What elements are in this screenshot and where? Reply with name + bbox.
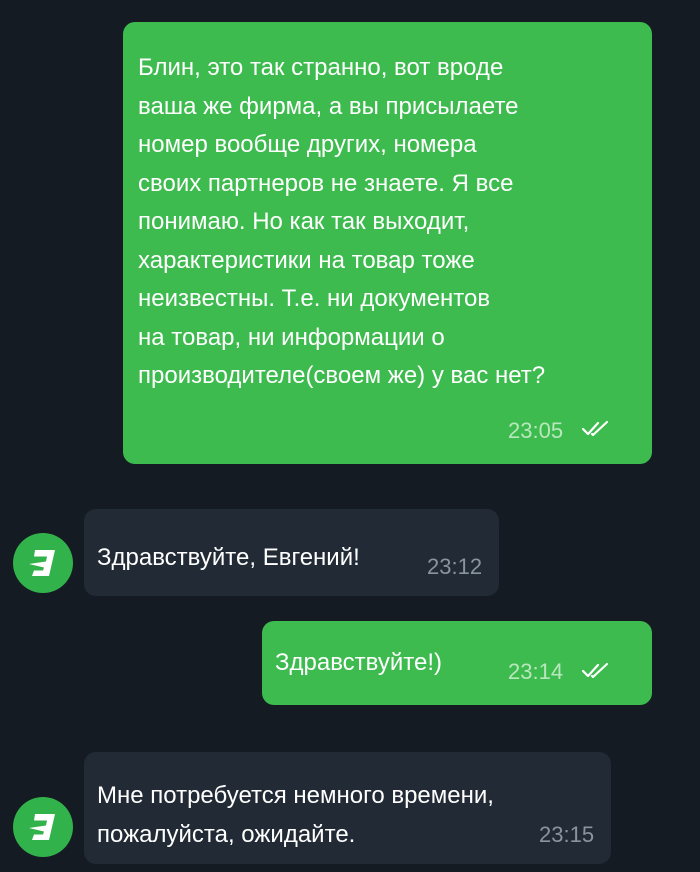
message-text: Блин, это так странно, вот вроде ваша же… [138,54,546,389]
avatar[interactable] [13,533,73,593]
message-text: Здравствуйте, Евгений! [97,544,360,571]
message-time: 23:12 [427,554,483,579]
message-text: Здравствуйте!) [275,649,443,676]
incoming-message[interactable]: Мне потребуется немного времени, пожалуй… [84,752,611,864]
bolt-logo-icon [29,814,55,840]
message-time: 23:14 [508,659,564,684]
avatar[interactable] [13,797,73,857]
outgoing-message[interactable]: Здравствуйте!) 23:14 [262,621,652,705]
outgoing-message[interactable]: Блин, это так странно, вот вроде ваша же… [123,22,652,464]
double-check-icon [581,420,609,437]
incoming-message[interactable]: Здравствуйте, Евгений! 23:12 [84,509,499,596]
message-time: 23:05 [508,418,564,443]
message-time: 23:15 [539,822,595,847]
bolt-logo-icon [29,550,55,576]
double-check-icon [581,662,609,679]
message-text: Мне потребуется немного времени, пожалуй… [97,782,494,848]
